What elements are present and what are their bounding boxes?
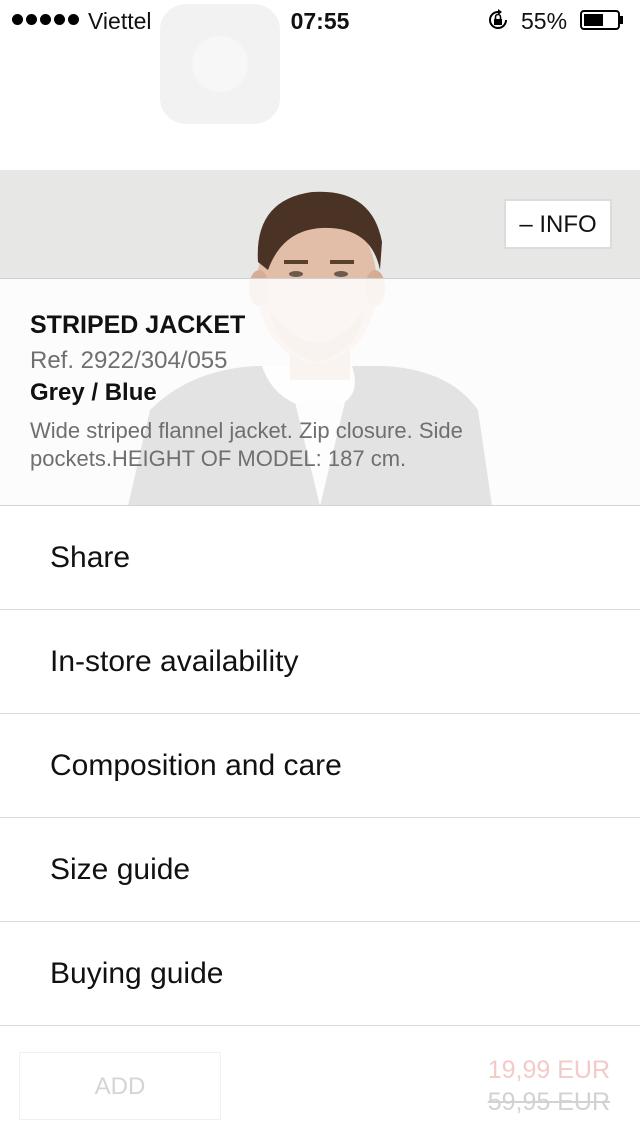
purchase-bar: ADD 19,99 EUR 59,95 EUR bbox=[0, 1026, 640, 1136]
menu-item-share[interactable]: Share bbox=[0, 506, 640, 610]
product-ref: Ref. 2922/304/055 bbox=[30, 347, 228, 374]
menu-item-size-guide[interactable]: Size guide bbox=[0, 818, 640, 922]
product-description: Wide striped flannel jacket. Zip closure… bbox=[30, 418, 463, 471]
product-info-panel: STRIPED JACKET Ref. 2922/304/055 Grey / … bbox=[0, 278, 640, 506]
menu-item-in-store-availability[interactable]: In-store availability bbox=[0, 610, 640, 714]
status-bar: Viettel 07:55 55% bbox=[0, 0, 640, 40]
menu-item-composition-and-care[interactable]: Composition and care bbox=[0, 714, 640, 818]
original-price: 59,95 EUR bbox=[487, 1088, 610, 1116]
sale-price: 19,99 EUR bbox=[487, 1056, 610, 1084]
orientation-lock-icon bbox=[489, 9, 507, 29]
menu-item-buying-guide[interactable]: Buying guide bbox=[0, 922, 640, 1026]
battery-percentage: 55% bbox=[521, 8, 568, 34]
product-name: STRIPED JACKET bbox=[30, 311, 246, 339]
product-color: Grey / Blue bbox=[30, 379, 157, 406]
product-options-list: Share In-store availability Composition … bbox=[0, 506, 640, 1026]
ghost-app-icon bbox=[160, 4, 280, 124]
battery-icon bbox=[580, 10, 623, 30]
info-toggle-button[interactable]: – INFO bbox=[504, 199, 612, 249]
add-to-cart-button[interactable]: ADD bbox=[19, 1052, 221, 1120]
